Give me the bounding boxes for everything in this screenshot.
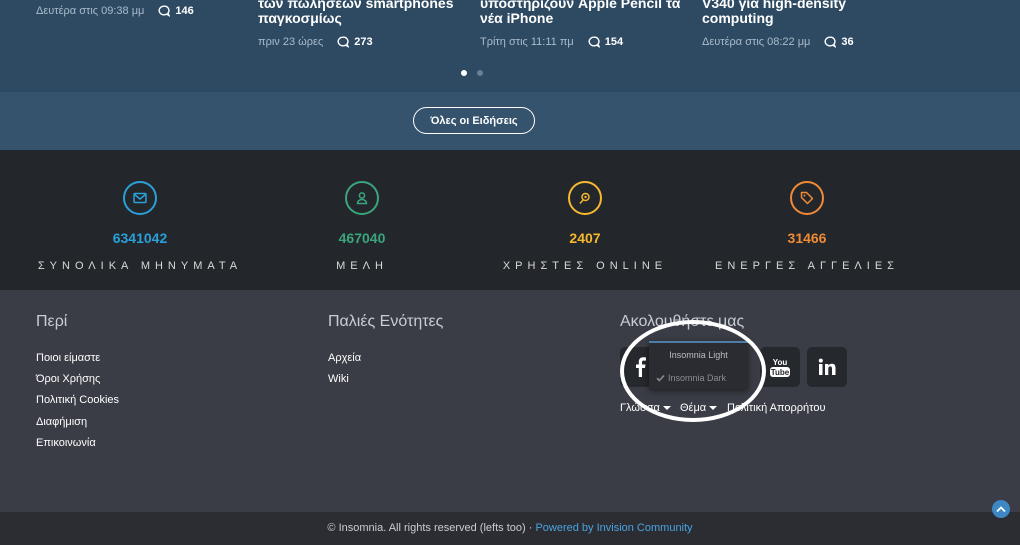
news-title-line[interactable]: computing [702,11,846,26]
linkedin-button[interactable] [807,347,847,387]
stat-value: 31466 [787,230,827,246]
theme-option-dark[interactable]: Insomnia Dark [649,373,748,383]
footer-link-cookies[interactable]: Πολιτική Cookies [36,394,119,406]
news-carousel: Δευτέρα στις 09:38 μμ 146 των πωλήσεων s… [0,0,1020,92]
comment-count-value: 146 [175,5,194,17]
comment-count[interactable]: 273 [337,36,373,48]
copyright-bar: © Insomnia. All rights reserved (lefts t… [0,512,1020,545]
news-item[interactable]: V340 για high-density computing [702,0,846,26]
carousel-dot-active[interactable] [461,70,467,76]
back-to-top-button[interactable] [992,500,1010,518]
facebook-icon [636,357,646,377]
language-label: Γλώσσα [620,402,660,414]
comment-count-value: 154 [604,36,624,48]
all-news-button[interactable]: Όλες οι Ειδήσεις [413,107,535,134]
comment-count[interactable]: 154 [588,36,623,48]
news-date: Δευτέρα στις 08:22 μμ [702,36,811,48]
theme-option-label: Insomnia Light [669,350,728,360]
tag-icon [790,181,824,215]
privacy-policy-link[interactable]: Πολιτική Απορρήτου [727,402,826,414]
caret-down-icon [709,406,718,410]
comment-count-value: 36 [841,36,854,48]
stat-label: ΕΝΕΡΓΕΣ ΑΓΓΕΛΙΕΣ [715,260,899,272]
svg-text:Tube: Tube [771,368,790,377]
theme-label: Θέμα [680,402,707,414]
chevron-up-icon [996,506,1006,513]
comment-count[interactable]: 146 [158,5,194,17]
linkedin-icon [818,358,836,375]
footer-link-contact[interactable]: Επικοινωνία [36,437,96,449]
footer-link-advertising[interactable]: Διαφήμιση [36,416,87,428]
svg-text:You: You [773,358,788,367]
online-pin-icon [568,181,602,215]
comment-icon [824,36,837,48]
news-item[interactable]: των πωλήσεων smartphones παγκοσμίως [258,0,454,26]
theme-selector[interactable]: Θέμα [680,402,718,414]
user-icon [345,181,379,215]
news-meta: Τρίτη στις 11:11 πμ 154 [480,36,623,48]
comment-count[interactable]: 36 [824,36,854,48]
forum-stats: 6341042 ΣΥΝΟΛΙΚΑ ΜΗΝΥΜΑΤΑ 467040 ΜΕΛΗ 24… [0,150,1020,290]
news-meta: Δευτέρα στις 08:22 μμ 36 [702,36,854,48]
youtube-icon: You Tube [770,358,790,377]
news-title-line[interactable]: νέα iPhone [480,11,680,26]
caret-down-icon [662,406,671,410]
stat-label: ΜΕΛΗ [336,260,388,272]
footer-link-archive[interactable]: Αρχεία [328,352,361,364]
carousel-dot[interactable] [477,70,483,76]
news-title-line[interactable]: παγκοσμίως [258,11,454,26]
stat-value: 6341042 [112,230,168,246]
footer-link-wiki[interactable]: Wiki [328,373,349,385]
news-date: Τρίτη στις 11:11 πμ [480,36,574,48]
footer-link-terms[interactable]: Όροι Χρήσης [36,373,100,385]
carousel-dots [461,70,483,76]
news-date: Δευτέρα στις 09:38 μμ [36,5,145,17]
youtube-button[interactable]: You Tube [760,347,800,387]
stat-value: 2407 [569,230,601,246]
envelope-icon [123,181,157,215]
theme-option-light[interactable]: Insomnia Light [649,350,748,360]
news-meta: πριν 23 ώρες 273 [258,36,373,48]
about-title: Περί [36,313,68,330]
news-meta: Δευτέρα στις 09:38 μμ 146 [36,5,194,17]
news-date: πριν 23 ώρες [258,36,324,48]
check-icon [656,374,665,382]
copyright-text: © Insomnia. All rights reserved (lefts t… [327,522,536,534]
theme-option-label: Insomnia Dark [668,373,727,383]
news-item[interactable]: υποστηρίζουν Apple Pencil τα νέα iPhone [480,0,680,26]
old-sections-title: Παλιές Ενότητες [328,313,444,330]
stat-value: 467040 [338,230,386,246]
site-footer [0,290,1020,512]
footer-link-who-we-are[interactable]: Ποιοι είμαστε [36,352,100,364]
stat-label: ΣΥΝΟΛΙΚΑ ΜΗΝΥΜΑΤΑ [37,260,243,272]
comment-count-value: 273 [354,36,373,48]
comment-icon [588,36,600,48]
comment-icon [337,36,350,48]
follow-us-title: Ακολουθήστε μας [620,313,745,330]
stat-label: ΧΡΗΣΤΕΣ ONLINE [502,260,668,272]
comment-icon [158,5,171,17]
language-selector[interactable]: Γλώσσα [620,402,671,414]
theme-dropdown-menu: Insomnia Light Insomnia Dark [649,341,748,389]
powered-by-link[interactable]: Powered by Invision Community [535,522,692,534]
